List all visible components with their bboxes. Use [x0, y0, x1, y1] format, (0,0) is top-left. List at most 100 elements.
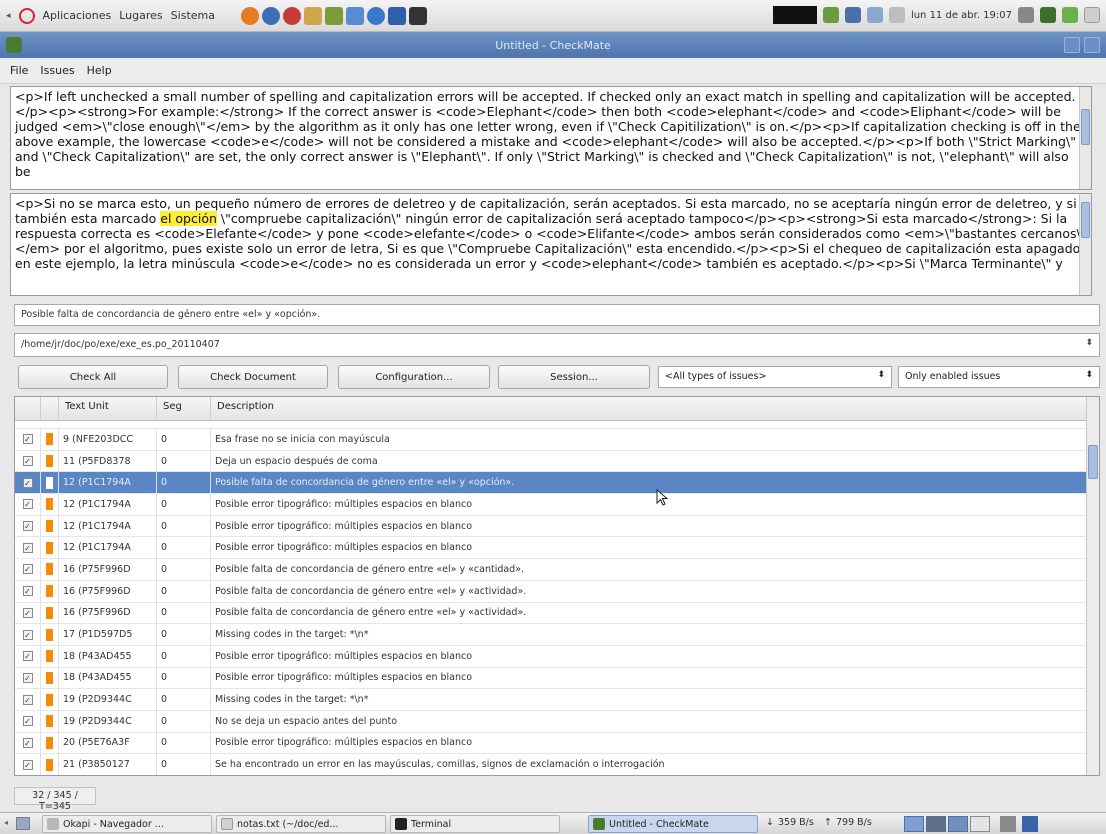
tray-keyboard-icon[interactable] [844, 7, 861, 23]
table-row[interactable]: ✓ 18 (P43AD455 0 Posible error tipográfico:… [15, 645, 1087, 668]
launcher-network-icon[interactable] [366, 6, 385, 25]
workspace-1-icon[interactable] [904, 816, 924, 832]
table-row[interactable]: ✓ 18 (P43AD455 0 Posible error tipográfico:… [15, 667, 1087, 690]
row-checkbox[interactable]: ✓ [22, 651, 33, 662]
table-row[interactable]: ✓ 9 (NFE203DCC 0 Esa frase no se inicia con… [15, 429, 1087, 451]
window-titlebar[interactable]: Untitled - CheckMate [0, 32, 1106, 58]
menu-file[interactable]: File [10, 64, 28, 77]
issue-message-field[interactable]: Posible falta de concordancia de género … [14, 304, 1100, 326]
row-checkbox-cell[interactable]: ✓ [15, 710, 41, 732]
table-scroll-thumb[interactable] [1088, 445, 1098, 479]
table-row[interactable]: ✓ 19 (P2D9344C 0 Missing codes in the targe… [15, 689, 1087, 711]
maximize-icon[interactable] [1084, 37, 1100, 53]
launcher-tool-icon[interactable] [324, 6, 343, 25]
row-checkbox-cell[interactable]: ✓ [15, 580, 41, 602]
menu-issues[interactable]: Issues [40, 64, 74, 77]
row-checkbox[interactable]: ✓ [22, 477, 33, 488]
panel-arrow-icon[interactable]: ◂ [6, 11, 11, 21]
clock[interactable]: lun 11 de abr. 19:07 [911, 10, 1012, 21]
row-checkbox-cell[interactable]: ✓ [15, 689, 41, 710]
minimize-icon[interactable] [1064, 37, 1080, 53]
task-checkmate[interactable]: Untitled - CheckMate [588, 815, 758, 833]
tray-calendar-icon[interactable] [888, 7, 905, 23]
row-checkbox[interactable]: ✓ [22, 694, 33, 705]
tray-network-icon[interactable] [822, 7, 839, 23]
table-row[interactable]: ✓ 12 (P1C1794A 0 Posible error tipográfico:… [15, 494, 1087, 516]
enabled-filter-select[interactable]: Only enabled issues ⬍ [898, 366, 1100, 388]
source-text-pane[interactable]: <p>If left unchecked a small number of s… [10, 86, 1092, 190]
row-checkbox-cell[interactable]: ✓ [15, 602, 41, 624]
launcher-doc-icon[interactable] [345, 6, 364, 25]
source-scrollbar[interactable] [1079, 87, 1091, 189]
launcher-monitor-icon[interactable] [408, 6, 427, 25]
row-checkbox-cell[interactable]: ✓ [15, 515, 41, 537]
launcher-help-icon[interactable] [387, 6, 406, 25]
table-row[interactable]: ✓ 12 (P1C1794A 0 Posible error tipográfico:… [15, 515, 1087, 538]
task-notas[interactable]: notas.txt (~/doc/ed... [216, 815, 386, 833]
table-row[interactable]: ✓ 20 (P5E76A3F 0 Posible error tipográfico:… [15, 732, 1087, 755]
target-text-pane[interactable]: <p>Si no se marca esto, un pequeño númer… [10, 193, 1092, 296]
row-checkbox[interactable]: ✓ [22, 434, 33, 445]
table-row[interactable]: ✓ 17 (P1D597D5 0 Missing codes in the targe… [15, 624, 1087, 646]
row-checkbox[interactable]: ✓ [22, 586, 33, 597]
row-checkbox-cell[interactable]: ✓ [15, 732, 41, 754]
row-checkbox-cell[interactable]: ✓ [15, 537, 41, 559]
combo-arrows-icon[interactable]: ⬍ [1085, 338, 1093, 348]
row-checkbox-cell[interactable]: ✓ [15, 429, 41, 450]
trash-icon[interactable] [1000, 816, 1016, 832]
tray-end-icon[interactable] [1022, 816, 1038, 832]
table-row[interactable]: ✓ 16 (P75F996D 0 Posible falta de concordan… [15, 602, 1087, 625]
target-scrollbar[interactable] [1079, 194, 1091, 295]
show-desktop-icon[interactable] [16, 817, 30, 830]
menu-lugares[interactable]: Lugares [119, 9, 162, 22]
row-checkbox-cell[interactable]: ✓ [15, 494, 41, 515]
window-app-icon[interactable] [6, 37, 22, 53]
workspace-4-icon[interactable] [970, 816, 990, 832]
row-checkbox-cell[interactable]: ✓ [15, 559, 41, 580]
col-check-header[interactable] [15, 397, 41, 421]
launcher-browser-icon[interactable] [261, 6, 280, 25]
launcher-web-icon[interactable] [282, 6, 301, 25]
issues-table[interactable]: Text Unit Seg Description ✓ 9 (NFE203DCC 0… [14, 396, 1100, 776]
row-checkbox[interactable]: ✓ [22, 716, 33, 727]
row-checkbox-cell[interactable]: ✓ [15, 472, 41, 494]
table-row[interactable]: ✓ 12 (P1C1794A 0 Posible falta de concordan… [15, 472, 1087, 495]
tray-app-icon[interactable] [1040, 7, 1056, 23]
launcher-firefox-icon[interactable] [240, 6, 259, 25]
row-checkbox-cell[interactable]: ✓ [15, 450, 41, 472]
task-okapi[interactable]: Okapi - Navegador ... [42, 815, 212, 833]
row-checkbox-cell[interactable]: ✓ [15, 624, 41, 645]
task-terminal[interactable]: Terminal [390, 815, 560, 833]
row-checkbox[interactable]: ✓ [22, 629, 33, 640]
workspace-2-icon[interactable] [926, 816, 946, 832]
col-text-unit-header[interactable]: Text Unit [59, 397, 157, 421]
col-seg-header[interactable]: Seg [157, 397, 211, 421]
file-path-combo[interactable]: /home/jr/doc/po/exe/exe_es.po_20110407 ⬍ [14, 333, 1100, 357]
row-checkbox[interactable]: ✓ [22, 759, 33, 770]
row-checkbox-cell[interactable]: ✓ [15, 645, 41, 667]
menu-aplicaciones[interactable]: Aplicaciones [43, 9, 112, 22]
menu-help[interactable]: Help [87, 64, 112, 77]
row-checkbox[interactable]: ✓ [22, 737, 33, 748]
table-row[interactable]: ✓ 21 (P3850127 0 Se ha encontrado un error … [15, 754, 1087, 775]
table-row[interactable]: ✓ 11 (P5FD8378 0 Deja un espacio después de… [15, 450, 1087, 473]
check-all-button[interactable]: Check All [18, 365, 168, 389]
table-row[interactable]: ✓ 12 (P1C1794A 0 Posible error tipográfico:… [15, 537, 1087, 560]
col-description-header[interactable]: Description [211, 397, 1087, 421]
row-checkbox[interactable]: ✓ [22, 456, 33, 467]
table-row[interactable]: ✓ 16 (P75F996D 0 Posible falta de concordan… [15, 580, 1087, 603]
table-row-partial[interactable] [15, 421, 1087, 429]
row-checkbox-cell[interactable]: ✓ [15, 754, 41, 775]
row-checkbox[interactable]: ✓ [22, 521, 33, 532]
gnome-foot-icon[interactable] [18, 7, 35, 24]
target-scroll-thumb[interactable] [1081, 202, 1090, 238]
table-row[interactable]: ✓ 16 (P75F996D 0 Posible falta de concordan… [15, 559, 1087, 581]
row-checkbox[interactable]: ✓ [22, 499, 33, 510]
row-checkbox[interactable]: ✓ [22, 672, 33, 683]
tray-power-icon[interactable] [1084, 7, 1100, 23]
menu-sistema[interactable]: Sistema [171, 9, 215, 22]
tray-speaker-icon[interactable] [1018, 7, 1034, 23]
table-scrollbar[interactable] [1086, 397, 1099, 775]
tray-green-icon[interactable] [1062, 7, 1078, 23]
tray-volume-icon[interactable] [866, 7, 883, 23]
